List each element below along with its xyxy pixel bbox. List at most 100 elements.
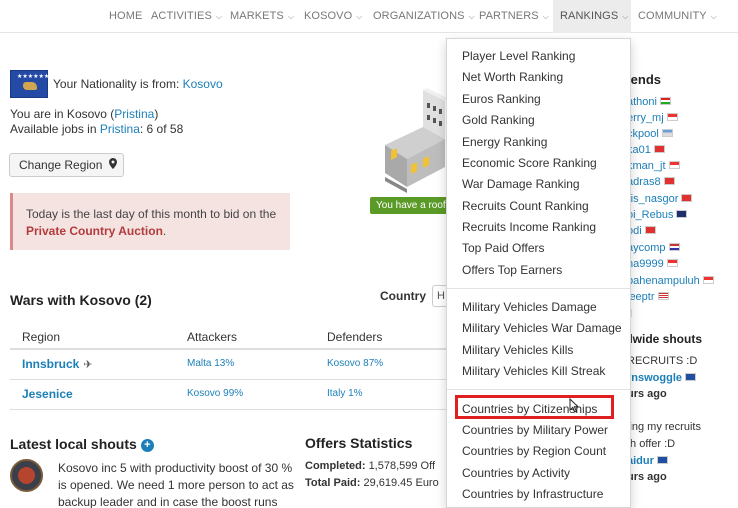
menu-item-military-vehicles-kill-streak[interactable]: Military Vehicles Kill Streak bbox=[462, 364, 605, 378]
menu-item-recruits-count-ranking[interactable]: Recruits Count Ranking bbox=[462, 199, 589, 213]
menu-item-countries-by-military-power[interactable]: Countries by Military Power bbox=[462, 423, 608, 437]
nav-activities[interactable]: ACTIVITIES ⌵ bbox=[151, 0, 222, 33]
nav-community[interactable]: COMMUNITY ⌵ bbox=[638, 0, 717, 33]
offers-statistics-title: Offers Statistics bbox=[305, 435, 413, 451]
war-attackers-link[interactable]: Kosovo 99% bbox=[187, 388, 243, 399]
war-defenders-link[interactable]: Italy 1% bbox=[327, 388, 363, 399]
worldwide-shout-user[interactable]: rnswoggle bbox=[627, 372, 697, 384]
menu-item-energy-ranking[interactable]: Energy Ranking bbox=[462, 135, 547, 149]
war-defenders[interactable]: Italy 1% bbox=[327, 388, 363, 399]
menu-item-economic-score-ranking[interactable]: Economic Score Ranking bbox=[462, 156, 597, 170]
jobs-line: Available jobs in Pristina: 6 of 58 bbox=[10, 122, 183, 136]
menu-item-euros-ranking[interactable]: Euros Ranking bbox=[462, 92, 541, 106]
jobs-region-link[interactable]: Pristina bbox=[100, 122, 140, 136]
friend-link[interactable]: ka01 bbox=[627, 144, 665, 156]
nav-activities-label: ACTIVITIES bbox=[151, 10, 212, 22]
worldwide-shouts-title: ldwide shouts bbox=[622, 332, 703, 346]
country-flag-icon bbox=[663, 177, 675, 185]
kosovo-flag-icon: ★★★★★★ bbox=[10, 70, 50, 98]
nav-community-label: COMMUNITY bbox=[638, 10, 707, 22]
wars-title: Wars with Kosovo (2) bbox=[10, 292, 152, 308]
menu-item-war-damage-ranking[interactable]: War Damage Ranking bbox=[462, 177, 580, 191]
friend-name: leeptr bbox=[627, 291, 655, 303]
menu-item-gold-ranking[interactable]: Gold Ranking bbox=[462, 113, 535, 127]
war-region-link[interactable]: Innsbruck ✈ bbox=[22, 357, 93, 371]
menu-item-countries-by-activity[interactable]: Countries by Activity bbox=[462, 466, 570, 480]
friend-name: na9999 bbox=[627, 258, 664, 270]
nav-kosovo[interactable]: KOSOVO ⌵ bbox=[304, 0, 362, 33]
menu-item-military-vehicles-damage[interactable]: Military Vehicles Damage bbox=[462, 300, 597, 314]
nav-kosovo-label: KOSOVO bbox=[304, 10, 353, 22]
change-region-button[interactable]: Change Region bbox=[9, 153, 124, 177]
location-region-link[interactable]: Pristina bbox=[114, 107, 154, 121]
friend-link[interactable]: aycomp bbox=[627, 242, 680, 254]
menu-item-recruits-income-ranking[interactable]: Recruits Income Ranking bbox=[462, 220, 596, 234]
friend-link[interactable]: leeptr bbox=[627, 291, 669, 303]
rankings-dropdown-menu: Player Level Ranking Net Worth Ranking E… bbox=[446, 38, 631, 508]
friend-link[interactable]: ris_nasgor bbox=[627, 193, 693, 205]
menu-item-military-vehicles-kills[interactable]: Military Vehicles Kills bbox=[462, 343, 573, 357]
worldwide-shout-time: urs ago bbox=[627, 388, 667, 400]
friend-link[interactable]: ckpool bbox=[627, 128, 673, 140]
friend-link[interactable]: odi bbox=[627, 225, 656, 237]
friend-link[interactable]: kman_jt bbox=[627, 160, 680, 172]
friend-link[interactable]: na9999 bbox=[627, 258, 678, 270]
worldwide-shout-user-name: rnswoggle bbox=[627, 372, 683, 384]
private-country-auction-link[interactable]: Private Country Auction bbox=[26, 224, 163, 238]
war-attackers[interactable]: Kosovo 99% bbox=[187, 388, 243, 399]
friend-link[interactable]: erry_mj bbox=[627, 112, 678, 124]
war-attackers-link[interactable]: Malta 13% bbox=[187, 358, 234, 369]
country-filter-select[interactable]: H bbox=[432, 285, 446, 307]
add-shout-icon[interactable]: + bbox=[140, 439, 154, 452]
menu-item-offers-top-earners[interactable]: Offers Top Earners bbox=[462, 263, 562, 277]
nationality-prefix: Your Nationality is from: bbox=[53, 77, 180, 91]
war-defenders-link[interactable]: Kosovo 87% bbox=[327, 358, 383, 369]
war-attackers[interactable]: Malta 13% bbox=[187, 358, 234, 369]
nav-home[interactable]: HOME bbox=[109, 0, 142, 33]
table-row-divider bbox=[10, 409, 447, 410]
country-flag-icon bbox=[666, 259, 678, 267]
change-region-label: Change Region bbox=[19, 158, 103, 172]
nav-organizations[interactable]: ORGANIZATIONS ⌵ bbox=[373, 0, 475, 33]
top-navigation: HOME ACTIVITIES ⌵ MARKETS ⌵ KOSOVO ⌵ ORGANI… bbox=[0, 0, 738, 33]
friend-link[interactable]: pahenampuluh bbox=[627, 275, 714, 287]
war-defenders[interactable]: Kosovo 87% bbox=[327, 358, 383, 369]
country-flag-icon bbox=[668, 161, 680, 169]
nav-rankings-label: RANKINGS bbox=[560, 10, 619, 22]
local-shouts-label: Latest local shouts bbox=[10, 436, 137, 452]
highlight-box bbox=[455, 395, 614, 419]
war-region-link[interactable]: Jesenice bbox=[22, 387, 73, 401]
nav-partners[interactable]: PARTNERS ⌵ bbox=[479, 0, 549, 33]
menu-item-military-vehicles-war-damage[interactable]: Military Vehicles War Damage bbox=[462, 321, 622, 335]
nav-rankings[interactable]: RANKINGS ⌵ bbox=[553, 0, 631, 33]
worldwide-shout-time: urs ago bbox=[627, 471, 667, 483]
menu-item-countries-by-region-count[interactable]: Countries by Region Count bbox=[462, 444, 606, 458]
country-flag-icon bbox=[676, 210, 688, 218]
menu-item-countries-by-infrastructure[interactable]: Countries by Infrastructure bbox=[462, 487, 603, 501]
roof-status-badge: You have a roof bbox=[370, 197, 450, 214]
country-filter-label: Country bbox=[380, 289, 426, 303]
menu-item-player-level-ranking[interactable]: Player Level Ranking bbox=[462, 49, 575, 63]
friend-name: pahenampuluh bbox=[627, 275, 700, 287]
nationality-country-link[interactable]: Kosovo bbox=[183, 77, 223, 91]
country-flag-icon bbox=[657, 292, 669, 300]
country-flag-icon bbox=[656, 456, 668, 464]
friend-link[interactable]: adras8 bbox=[627, 176, 675, 188]
avatar[interactable] bbox=[10, 459, 43, 492]
flag-stars: ★★★★★★ bbox=[17, 74, 50, 80]
menu-item-top-paid-offers[interactable]: Top Paid Offers bbox=[462, 241, 545, 255]
nav-markets[interactable]: MARKETS ⌵ bbox=[230, 0, 294, 33]
nav-markets-label: MARKETS bbox=[230, 10, 284, 22]
friend-link[interactable]: athoni bbox=[627, 96, 671, 108]
location-line: You are in Kosovo (Pristina) bbox=[10, 107, 158, 121]
worldwide-shout-user[interactable]: aidur bbox=[627, 455, 668, 467]
alert-tail: . bbox=[162, 224, 167, 238]
alert-text: Today is the last day of this month to b… bbox=[26, 207, 277, 221]
chevron-down-icon: ⌵ bbox=[215, 12, 223, 21]
menu-divider bbox=[447, 389, 630, 390]
country-flag-icon bbox=[702, 276, 714, 284]
war-region-name: Innsbruck bbox=[22, 357, 80, 371]
friend-link[interactable]: oi_Rebus bbox=[627, 209, 688, 221]
menu-item-net-worth-ranking[interactable]: Net Worth Ranking bbox=[462, 70, 563, 84]
nationality-line: Your Nationality is from: Kosovo bbox=[53, 77, 223, 91]
